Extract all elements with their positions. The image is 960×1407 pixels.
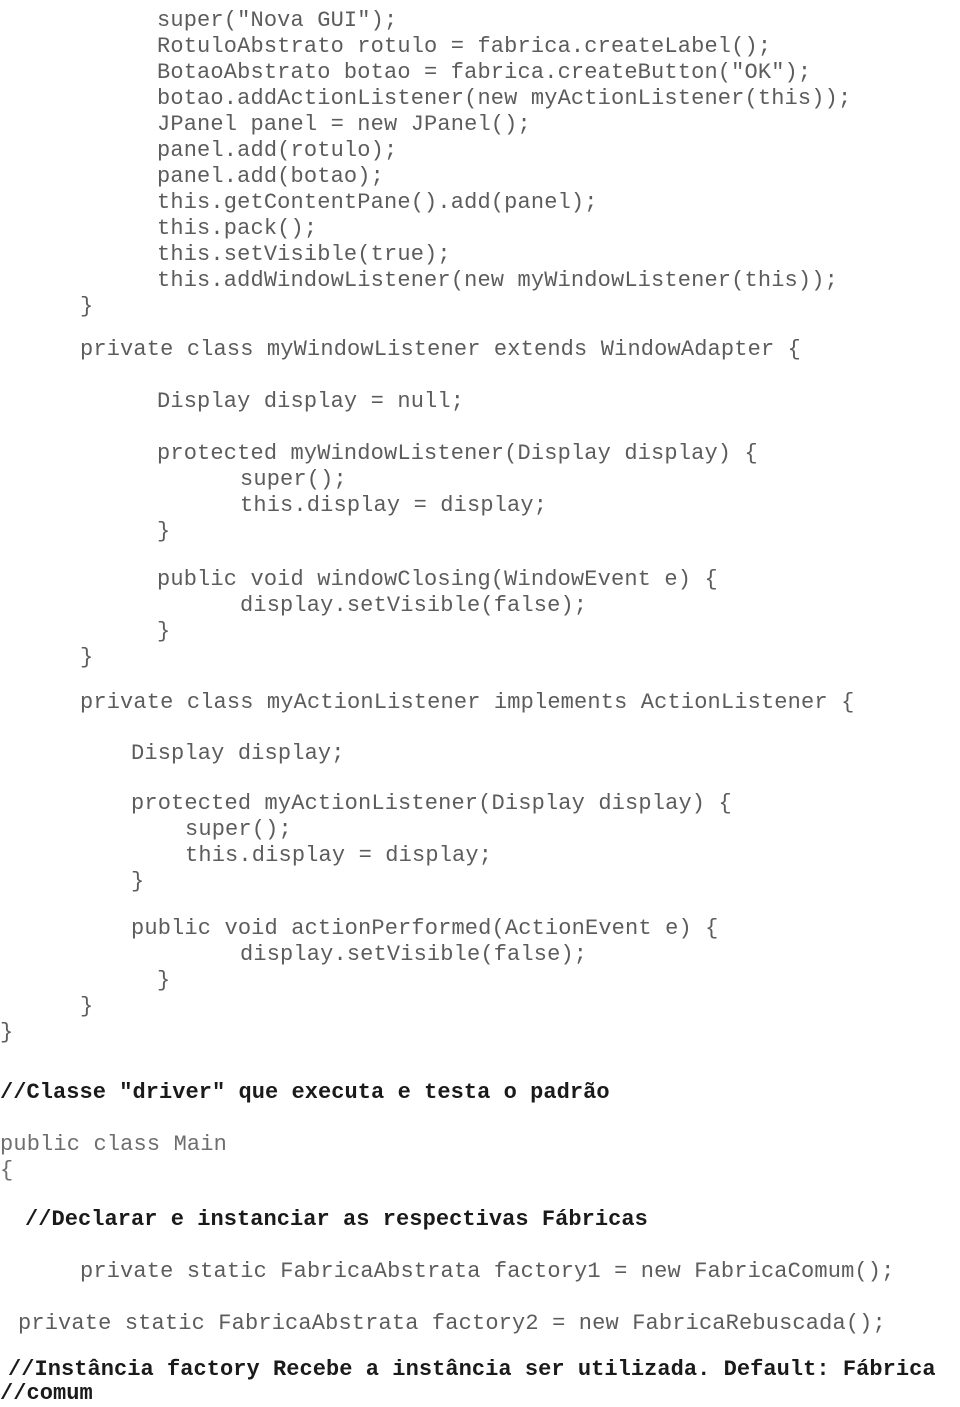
code-line: display.setVisible(false); [240, 942, 588, 967]
code-line: //Classe "driver" que executa e testa o … [0, 1080, 610, 1105]
code-line: display.setVisible(false); [240, 593, 588, 618]
document-page: super("Nova GUI"); RotuloAbstrato rotulo … [0, 0, 960, 1406]
code-line: BotaoAbstrato botao = fabrica.createButt… [157, 60, 812, 85]
code-line: //comum [0, 1381, 93, 1406]
code-line: } [157, 619, 171, 644]
code-line: protected myActionListener(Display displ… [131, 791, 732, 816]
code-line: super("Nova GUI"); [157, 8, 398, 33]
code-line: this.getContentPane().add(panel); [157, 190, 598, 215]
code-line: protected myWindowListener(Display displ… [157, 441, 758, 466]
code-line: } [80, 294, 94, 319]
code-line: super(); [185, 817, 292, 842]
code-line: RotuloAbstrato rotulo = fabrica.createLa… [157, 34, 772, 59]
code-line: //Instância factory Recebe a instância s… [8, 1357, 936, 1382]
code-line: //Declarar e instanciar as respectivas F… [25, 1207, 648, 1232]
code-line: private class myWindowListener extends W… [80, 337, 802, 362]
code-line: panel.add(rotulo); [157, 138, 398, 163]
code-line: this.addWindowListener(new myWindowListe… [157, 268, 838, 293]
code-line: public void actionPerformed(ActionEvent … [131, 916, 719, 941]
code-line: JPanel panel = new JPanel(); [157, 112, 531, 137]
code-line: this.display = display; [240, 493, 548, 518]
code-line: Display display; [131, 741, 345, 766]
code-line: panel.add(botao); [157, 164, 384, 189]
code-line: } [80, 994, 94, 1019]
code-line: Display display = null; [157, 389, 465, 414]
code-line: { [0, 1158, 14, 1183]
code-line: private class myActionListener implement… [80, 690, 855, 715]
code-line: } [157, 519, 171, 544]
code-line: super(); [240, 467, 347, 492]
code-line: this.pack(); [157, 216, 318, 241]
code-line: this.display = display; [185, 843, 493, 868]
code-line: botao.addActionListener(new myActionList… [157, 86, 852, 111]
code-line: } [0, 1020, 14, 1045]
code-line: this.setVisible(true); [157, 242, 451, 267]
code-line: private static FabricaAbstrata factory1 … [80, 1259, 895, 1284]
code-line: public class Main [0, 1132, 227, 1157]
code-line: public void windowClosing(WindowEvent e)… [157, 567, 718, 592]
code-line: private static FabricaAbstrata factory2 … [18, 1311, 886, 1336]
code-line: } [80, 645, 94, 670]
code-line: } [131, 869, 145, 894]
code-line: } [157, 968, 171, 993]
